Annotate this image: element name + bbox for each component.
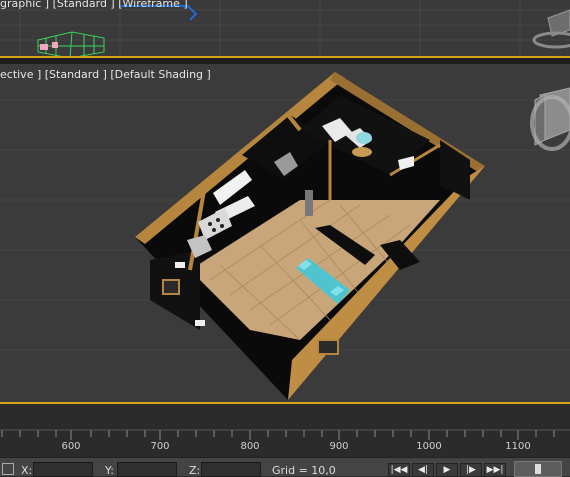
perspective-viewport-canvas xyxy=(0,72,570,400)
perspective-viewport[interactable]: ective ] [Standard ] [Default Shading ] xyxy=(0,64,570,404)
x-coord-label: X: xyxy=(21,464,33,477)
timeline-tick-label: 1100 xyxy=(505,441,531,452)
timeline-tick-label: 900 xyxy=(329,441,349,452)
viewcube xyxy=(530,87,570,151)
viewcube-top xyxy=(532,9,570,49)
timeline-tick-label: 600 xyxy=(61,441,81,452)
door-frame xyxy=(305,190,313,216)
grid-size-label: Grid = 10,0 xyxy=(272,464,336,477)
top-viewport-label[interactable]: graphic ] [Standard ] [Wireframe ] xyxy=(0,0,188,10)
z-coord-label: Z: xyxy=(189,464,201,477)
selection-lock-icon[interactable] xyxy=(2,463,14,475)
timeline-tick-label: 1000 xyxy=(416,441,442,452)
key-icon xyxy=(535,464,541,474)
timeline-tick-label: 700 xyxy=(150,441,170,452)
y-coord-label: Y: xyxy=(105,464,114,477)
sink xyxy=(356,132,372,144)
timeline-tick-label: 800 xyxy=(240,441,260,452)
house-model xyxy=(135,72,485,400)
perspective-viewport-label[interactable]: ective ] [Standard ] [Default Shading ] xyxy=(0,68,211,81)
timeline-ticks xyxy=(0,429,570,440)
top-viewport[interactable]: graphic ] [Standard ] [Wireframe ] xyxy=(0,0,570,58)
timeline-ruler[interactable] xyxy=(0,404,570,454)
